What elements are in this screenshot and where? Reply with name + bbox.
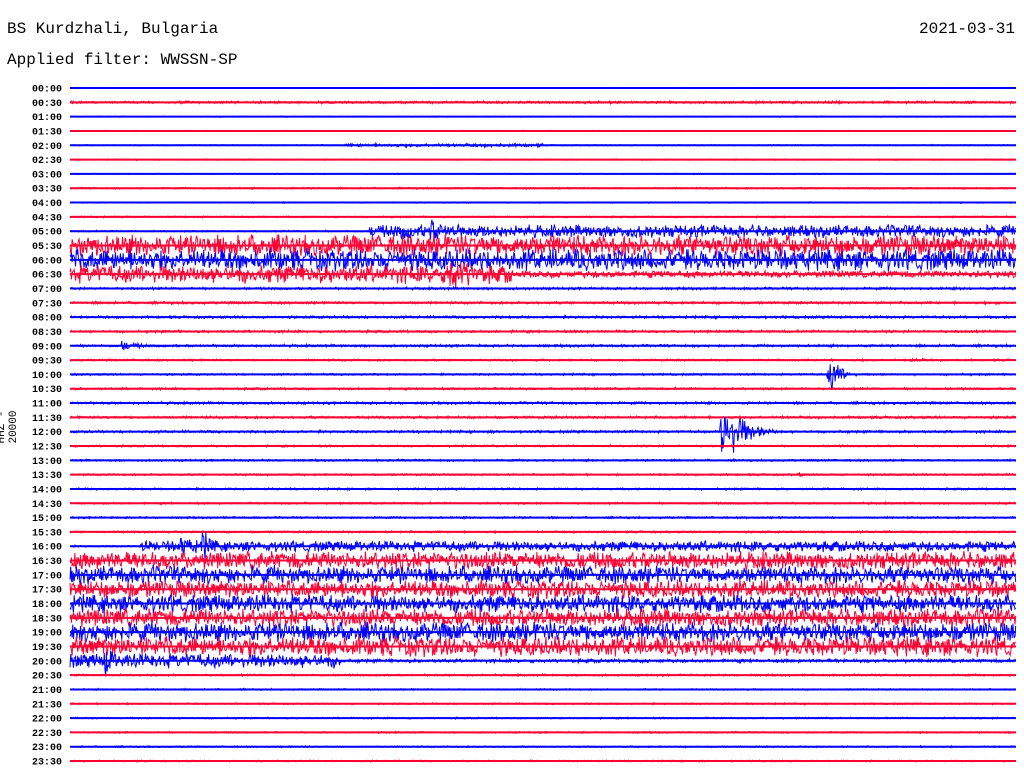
row-time-label: 16:30	[32, 557, 62, 568]
row-time-label: 17:00	[32, 571, 62, 582]
row-time-label: 12:30	[32, 443, 62, 454]
row-time-label: 07:30	[32, 299, 62, 310]
row-time-label: 18:00	[32, 600, 62, 611]
row-time-label: 11:30	[32, 414, 62, 425]
row-time-label: 20:30	[32, 672, 62, 683]
row-time-label: 13:00	[32, 457, 62, 468]
row-time-label: 22:30	[32, 729, 62, 740]
row-time-label: 06:30	[32, 271, 62, 282]
row-time-label: 22:00	[32, 715, 62, 726]
row-time-label: 09:30	[32, 357, 62, 368]
helicorder-plot: 00:00 00:30 01:00 01:30 02:00 02:30 03:00 03:30…	[32, 85, 1017, 769]
trace-row-0630	[69, 262, 1017, 290]
row-time-label: 16:00	[32, 543, 62, 554]
row-time-label: 19:30	[32, 643, 62, 654]
row-time-label: 08:30	[32, 328, 62, 339]
row-time-label: 04:00	[32, 199, 62, 210]
row-time-label: 21:30	[32, 700, 62, 711]
row-time-label: 12:00	[32, 428, 62, 439]
trace-row-1200	[69, 416, 1016, 453]
row-time-label: 07:00	[32, 285, 62, 296]
row-time-label: 20:00	[32, 657, 62, 668]
row-time-label: 06:00	[32, 256, 62, 267]
row-time-label: 11:00	[32, 400, 62, 411]
row-time-label: 08:00	[32, 314, 62, 325]
row-time-label: 19:00	[32, 629, 62, 640]
row-time-label: 02:00	[32, 142, 62, 153]
trace-row-1000	[69, 364, 1017, 390]
row-time-label: 17:30	[32, 586, 62, 597]
trace-row-2000	[69, 650, 1017, 677]
row-time-label: 14:00	[32, 485, 62, 496]
row-time-label: 15:30	[32, 528, 62, 539]
row-time-label: 01:00	[32, 113, 62, 124]
row-time-label: 14:30	[32, 500, 62, 511]
row-time-label: 05:30	[32, 242, 62, 253]
row-time-label: 02:30	[32, 156, 62, 167]
row-time-label: 10:00	[32, 371, 62, 382]
row-time-label: 03:30	[32, 185, 62, 196]
row-time-label: 15:00	[32, 514, 62, 525]
row-time-label: 10:30	[32, 385, 62, 396]
row-time-label: 05:00	[32, 228, 62, 239]
row-time-label: 09:00	[32, 342, 62, 353]
row-time-label: 18:30	[32, 614, 62, 625]
row-time-label: 04:30	[32, 213, 62, 224]
row-time-label: 23:30	[32, 758, 62, 769]
row-time-label: 00:30	[32, 99, 62, 110]
row-time-label: 23:00	[32, 743, 62, 754]
trace-row-0500	[69, 219, 1016, 241]
row-time-label: 13:30	[32, 471, 62, 482]
row-time-label: 21:00	[32, 686, 62, 697]
row-time-label: 00:00	[32, 85, 62, 96]
row-time-label: 03:00	[32, 170, 62, 181]
row-time-label: 01:30	[32, 127, 62, 138]
